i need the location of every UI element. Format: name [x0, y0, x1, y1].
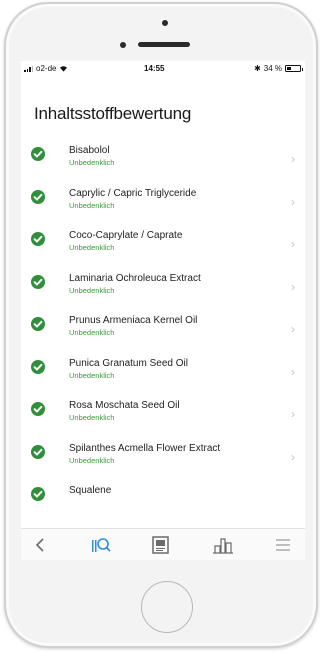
- check-circle-icon: [31, 232, 45, 246]
- ingredient-row[interactable]: Punica Granatum Seed Oil Unbedenklich ›: [21, 356, 305, 399]
- battery-icon: [285, 65, 303, 72]
- bluetooth-icon: ✱: [254, 64, 261, 73]
- ingredient-row[interactable]: Squalene: [21, 483, 305, 526]
- ingredient-name: Spilanthes Acmella Flower Extract: [69, 442, 221, 454]
- app-screen: o2-de 14:55 ✱ 34 % Inhaltsstoffbewertung…: [21, 61, 305, 560]
- wifi-icon: [60, 66, 68, 72]
- ingredient-rating: Unbedenklich: [69, 285, 115, 295]
- ingredient-row[interactable]: Spilanthes Acmella Flower Extract Unbede…: [21, 441, 305, 484]
- ingredient-row[interactable]: Prunus Armeniaca Kernel Oil Unbedenklich…: [21, 313, 305, 356]
- ingredient-name: Caprylic / Capric Triglyceride: [69, 187, 197, 199]
- ingredient-name: Bisabolol: [69, 145, 110, 156]
- ingredient-name: Punica Granatum Seed Oil: [69, 357, 188, 369]
- check-circle-icon: [31, 359, 45, 374]
- compare-icon[interactable]: [211, 534, 235, 556]
- check-circle-icon: [31, 317, 45, 331]
- ingredient-name: Prunus Armeniaca Kernel Oil: [69, 315, 198, 326]
- check-circle-icon: [31, 487, 45, 501]
- earpiece-speaker: [138, 42, 190, 47]
- chevron-right-icon: ›: [291, 364, 295, 379]
- clock: 14:55: [144, 64, 165, 73]
- check-circle-icon: [31, 402, 45, 416]
- status-bar: o2-de 14:55 ✱ 34 %: [21, 61, 305, 77]
- battery-label: 34 %: [263, 64, 282, 73]
- ingredient-rating: Unbedenklich: [69, 200, 115, 210]
- chevron-right-icon: ›: [291, 279, 295, 294]
- page-title: Inhaltsstoffbewertung: [34, 104, 192, 123]
- chevron-right-icon: ›: [291, 237, 295, 251]
- back-icon[interactable]: [29, 534, 53, 556]
- check-circle-icon: [31, 189, 45, 204]
- ingredient-name: Coco-Caprylate / Caprate: [69, 230, 183, 241]
- check-circle-icon: [31, 274, 45, 289]
- ingredient-row[interactable]: Bisabolol Unbedenklich ›: [21, 143, 305, 186]
- ingredient-rating: Unbedenklich: [69, 158, 115, 167]
- ingredient-name: Rosa Moschata Seed Oil: [69, 400, 180, 411]
- ingredient-row[interactable]: Coco-Caprylate / Caprate Unbedenklich ›: [21, 228, 305, 271]
- ingredient-rating: Unbedenklich: [69, 370, 115, 380]
- signal-icon: [24, 65, 33, 72]
- chevron-right-icon: ›: [291, 449, 295, 464]
- ingredient-row[interactable]: Laminaria Ochroleuca Extract Unbedenklic…: [21, 271, 305, 314]
- check-circle-icon: [31, 444, 45, 459]
- ingredient-rating: Unbedenklich: [69, 328, 115, 337]
- ingredient-row[interactable]: Caprylic / Capric Triglyceride Unbedenkl…: [21, 186, 305, 229]
- ingredient-rating: Unbedenklich: [69, 243, 115, 252]
- chevron-right-icon: ›: [291, 152, 295, 166]
- carrier-label: o2-de: [36, 64, 57, 73]
- menu-icon[interactable]: [271, 534, 295, 556]
- ingredient-rating: Unbedenklich: [69, 455, 115, 465]
- ingredient-rating: Unbedenklich: [69, 413, 115, 422]
- proximity-sensor: [120, 42, 126, 48]
- front-camera: [162, 20, 168, 26]
- chevron-right-icon: ›: [291, 407, 295, 421]
- bottom-tab-bar: [21, 528, 305, 560]
- ingredient-row[interactable]: Rosa Moschata Seed Oil Unbedenklich ›: [21, 398, 305, 441]
- chevron-right-icon: ›: [291, 322, 295, 336]
- ingredient-name: Squalene: [69, 485, 112, 496]
- check-circle-icon: [31, 147, 45, 161]
- ingredient-list: Bisabolol Unbedenklich › Caprylic / Capr…: [21, 143, 305, 526]
- scan-icon[interactable]: [89, 534, 113, 556]
- home-button[interactable]: [141, 581, 193, 633]
- ingredient-name: Laminaria Ochroleuca Extract: [69, 272, 201, 284]
- chevron-right-icon: ›: [291, 194, 295, 209]
- document-icon[interactable]: [149, 534, 173, 556]
